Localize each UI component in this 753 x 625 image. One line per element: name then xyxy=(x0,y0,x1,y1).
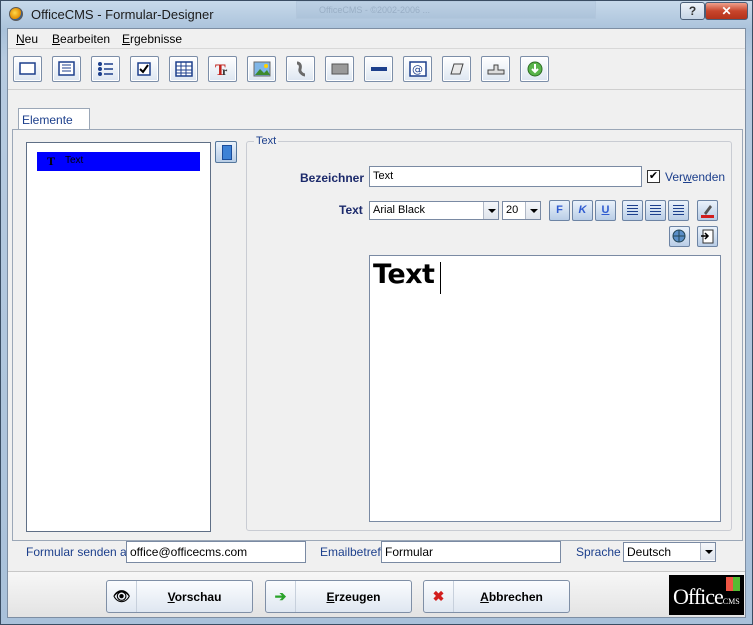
chevron-down-icon[interactable] xyxy=(525,202,540,219)
image-icon[interactable] xyxy=(247,56,276,82)
globe-icon[interactable] xyxy=(520,56,549,82)
frame-icon[interactable] xyxy=(325,56,354,82)
textbox-icon[interactable] xyxy=(13,56,42,82)
language-label: Sprache xyxy=(576,545,621,559)
text-editor[interactable]: Text xyxy=(369,255,721,522)
pen-icon xyxy=(701,205,714,218)
menu-ergebnisse[interactable]: Ergebnisse xyxy=(122,32,182,46)
elements-list[interactable]: T Text xyxy=(26,142,211,532)
import-icon xyxy=(701,229,714,244)
help-button[interactable]: ? xyxy=(680,2,705,20)
client-area: Neu Bearbeiten Ergebnisse Tr @ Elemente xyxy=(7,28,746,618)
align-center-button[interactable] xyxy=(645,200,666,221)
globe-icon xyxy=(672,229,686,243)
group-legend: Text xyxy=(254,135,279,147)
separator-icon[interactable] xyxy=(364,56,393,82)
tab-elemente[interactable]: Elemente xyxy=(18,108,90,130)
name-input[interactable]: Text xyxy=(369,166,642,187)
globe-link-button[interactable] xyxy=(669,226,690,247)
table-icon[interactable] xyxy=(169,56,198,82)
bold-button[interactable]: F xyxy=(549,200,570,221)
align-right-icon xyxy=(673,205,684,216)
menu-bar: Neu Bearbeiten Ergebnisse xyxy=(8,29,745,49)
eye-icon: 👁 xyxy=(107,581,137,612)
use-checkbox[interactable]: ✔ xyxy=(647,170,660,183)
text-properties-group: Text Bezeichner Text ✔ Verwenden Text Ar… xyxy=(246,135,732,531)
properties-button[interactable] xyxy=(215,141,237,163)
text-icon[interactable]: Tr xyxy=(208,56,237,82)
italic-button[interactable]: K xyxy=(572,200,593,221)
attachment-icon[interactable] xyxy=(286,56,315,82)
align-left-icon xyxy=(627,205,638,216)
cancel-button[interactable]: ✖ Abbrechen xyxy=(423,580,570,613)
menu-bearbeiten[interactable]: Bearbeiten xyxy=(52,32,110,46)
align-left-button[interactable] xyxy=(622,200,643,221)
toolbar: Tr @ xyxy=(8,50,745,90)
background-window-title: OfficeCMS - ©2002-2006 ... xyxy=(296,1,596,19)
window-title: OfficeCMS - Formular-Designer xyxy=(31,7,214,22)
text-element-icon: T xyxy=(47,154,56,168)
language-select[interactable]: Deutsch xyxy=(623,542,716,562)
arrow-right-icon: ➔ xyxy=(266,581,296,612)
svg-text:@: @ xyxy=(412,63,423,76)
app-window: OfficeCMS - Formular-Designer OfficeCMS … xyxy=(0,0,753,625)
subject-input[interactable]: Formular xyxy=(381,541,561,563)
send-to-label: Formular senden an xyxy=(26,545,134,559)
title-bar[interactable]: OfficeCMS - Formular-Designer OfficeCMS … xyxy=(1,1,752,27)
create-button[interactable]: ➔ Erzeugen xyxy=(265,580,412,613)
app-icon xyxy=(9,7,23,21)
stamp-icon[interactable] xyxy=(442,56,471,82)
tab-panel: T Text Text Bezeichner Text ✔ Verwenden … xyxy=(12,129,743,541)
group-icon[interactable] xyxy=(481,56,510,82)
size-select[interactable]: 20 xyxy=(502,201,541,220)
close-button[interactable]: ✕ xyxy=(705,2,748,20)
windows-flag-icon xyxy=(726,577,740,591)
close-icon: ✖ xyxy=(424,581,454,612)
chevron-down-icon[interactable] xyxy=(483,202,498,219)
checkbox-icon[interactable] xyxy=(130,56,159,82)
text-color-button[interactable] xyxy=(697,200,718,221)
email-icon[interactable]: @ xyxy=(403,56,432,82)
font-select[interactable]: Arial Black xyxy=(369,201,499,220)
text-caret xyxy=(440,262,441,294)
list-item-label: Text xyxy=(65,155,84,166)
subject-label: Emailbetreff xyxy=(320,545,384,559)
editor-content: Text xyxy=(373,259,435,290)
multiline-icon[interactable] xyxy=(52,56,81,82)
align-center-icon xyxy=(650,205,661,216)
bottom-bar: 👁 Vorschau ➔ Erzeugen ✖ Abbrechen Office… xyxy=(8,571,745,617)
underline-button[interactable]: U xyxy=(595,200,616,221)
name-label: Bezeichner xyxy=(300,171,365,185)
preview-button[interactable]: 👁 Vorschau xyxy=(106,580,253,613)
svg-text:r: r xyxy=(222,64,228,77)
officecms-logo: OfficeCMS xyxy=(669,575,744,615)
send-to-input[interactable]: office@officecms.com xyxy=(126,541,306,563)
text-label: Text xyxy=(339,203,363,217)
list-item[interactable]: T Text xyxy=(37,152,200,171)
import-button[interactable] xyxy=(697,226,718,247)
chevron-down-icon[interactable] xyxy=(700,543,715,560)
use-label[interactable]: Verwenden xyxy=(665,170,725,184)
menu-neu[interactable]: Neu xyxy=(16,32,38,46)
align-right-button[interactable] xyxy=(668,200,689,221)
list-icon[interactable] xyxy=(91,56,120,82)
